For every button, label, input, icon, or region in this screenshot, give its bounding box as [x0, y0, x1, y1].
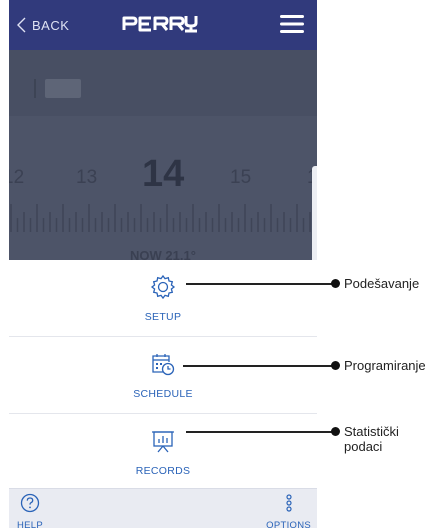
callout-setup: Podešavanje [344, 276, 420, 291]
back-label: BACK [32, 17, 70, 33]
help-icon [20, 493, 40, 518]
top-navbar: BACK [9, 0, 317, 50]
callout-line-setup [186, 283, 336, 285]
schedule-label: SCHEDULE [133, 387, 193, 400]
mode-indicator [16, 79, 36, 98]
records-button[interactable]: RECORDS [9, 414, 317, 490]
calendar-clock-icon [150, 351, 176, 382]
back-button[interactable]: BACK [17, 0, 69, 50]
callout-line-records [186, 431, 336, 433]
gear-icon [150, 274, 176, 305]
help-label: HELP [17, 520, 44, 528]
menu-sheet: SETUP SCHEDULE RECORDS [9, 260, 317, 488]
dimmed-background: 12 13 14 15 16 NOW 21.1° [9, 50, 317, 260]
current-temperature: NOW 21.1° [130, 248, 196, 260]
callout-dot-records [331, 427, 340, 436]
timeline-ruler [10, 204, 317, 232]
selected-day-label: 14 [142, 153, 185, 195]
day-label: 12 [9, 167, 25, 188]
setup-label: SETUP [144, 310, 182, 323]
mode-button [45, 79, 81, 98]
callout-dot-setup [331, 279, 340, 288]
help-button[interactable]: HELP [17, 493, 43, 528]
bottom-toolbar: HELP OPTIONS [9, 488, 317, 528]
options-button[interactable]: OPTIONS [266, 493, 311, 528]
perry-logo [122, 14, 198, 39]
side-handle [312, 166, 317, 260]
schedule-button[interactable]: SCHEDULE [9, 337, 317, 413]
callout-line-schedule [183, 365, 336, 367]
chevron-left-icon [17, 17, 26, 33]
hamburger-menu-icon[interactable] [280, 14, 304, 39]
more-vertical-icon [285, 493, 293, 518]
options-label: OPTIONS [266, 520, 311, 528]
setup-button[interactable]: SETUP [9, 260, 317, 336]
callout-records: Statistički podaci [344, 424, 399, 454]
day-label: 13 [76, 167, 98, 188]
day-label: 15 [230, 167, 252, 188]
mode-strip [9, 50, 317, 116]
callout-dot-schedule [331, 361, 340, 370]
callout-schedule: Programiranje [344, 358, 426, 373]
presentation-chart-icon [150, 428, 176, 459]
records-label: RECORDS [135, 464, 191, 477]
phone-screen: BACK 12 [9, 0, 317, 528]
